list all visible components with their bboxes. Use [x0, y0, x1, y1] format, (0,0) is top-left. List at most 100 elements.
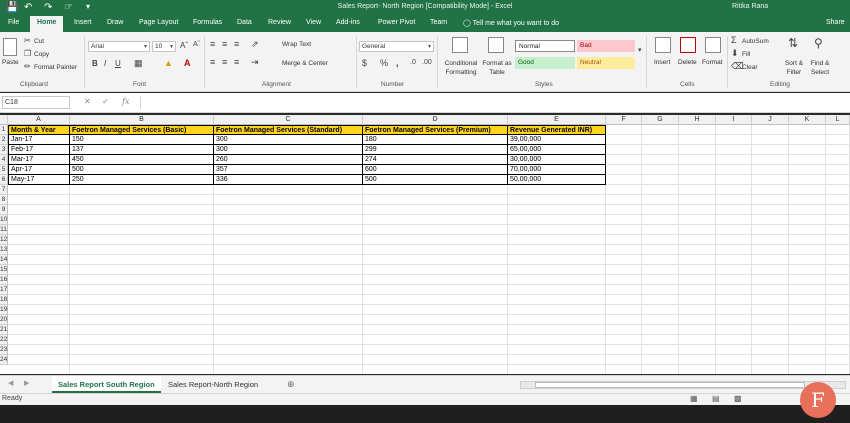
table-cell[interactable]: 450: [70, 155, 214, 165]
merge-center-button[interactable]: Merge & Center: [282, 60, 328, 67]
number-format-select[interactable]: General ▾: [359, 41, 434, 52]
autosum-button[interactable]: AutoSum: [742, 38, 769, 45]
scrollbar-thumb[interactable]: [535, 382, 805, 388]
tab-draw[interactable]: Draw: [107, 19, 123, 26]
font-name-select[interactable]: Arial ▾: [88, 41, 150, 52]
fill-color-icon[interactable]: ▲: [164, 58, 173, 68]
page-layout-view-icon[interactable]: ▤: [712, 394, 720, 403]
row-header[interactable]: 20: [0, 315, 8, 325]
indent-icon[interactable]: ⇥: [251, 57, 259, 68]
column-header[interactable]: J: [752, 115, 789, 125]
format-button[interactable]: Format: [702, 59, 723, 66]
increase-decimal-icon[interactable]: .0: [410, 59, 416, 66]
table-header-cell[interactable]: Foetron Managed Services (Standard): [214, 125, 363, 135]
row-header[interactable]: 11: [0, 225, 8, 235]
row-header[interactable]: 22: [0, 335, 8, 345]
table-cell[interactable]: 65,00,000: [508, 145, 606, 155]
row-header[interactable]: 5: [0, 165, 8, 175]
delete-button[interactable]: Delete: [678, 59, 697, 66]
table-cell[interactable]: Mar-17: [8, 155, 70, 165]
align-right-icon[interactable]: ≡: [234, 57, 239, 67]
tab-add-ins[interactable]: Add-ins: [336, 19, 360, 26]
tab-team[interactable]: Team: [430, 19, 447, 26]
column-header[interactable]: G: [642, 115, 679, 125]
borders-icon[interactable]: ▦: [134, 58, 143, 69]
table-header-cell[interactable]: Month & Year: [8, 125, 70, 135]
sheet-tab-north-region[interactable]: Sales Report-North Region: [162, 376, 264, 393]
conditional-formatting-button[interactable]: Conditional Formatting: [441, 59, 481, 77]
table-header-cell[interactable]: Revenue Generated INR): [508, 125, 606, 135]
row-header[interactable]: 7: [0, 185, 8, 195]
table-cell[interactable]: Feb-17: [8, 145, 70, 155]
clear-button[interactable]: Clear: [742, 64, 758, 71]
row-header[interactable]: 1: [0, 125, 8, 135]
table-cell[interactable]: 357: [214, 165, 363, 175]
table-cell[interactable]: 150: [70, 135, 214, 145]
table-cell[interactable]: 250: [70, 175, 214, 185]
table-cell[interactable]: 39,00,000: [508, 135, 606, 145]
column-header[interactable]: B: [70, 115, 214, 125]
decrease-font-icon[interactable]: Aˇ: [193, 41, 200, 48]
table-cell[interactable]: 336: [214, 175, 363, 185]
table-cell[interactable]: 70,00,000: [508, 165, 606, 175]
sort-filter-button[interactable]: Sort & Filter: [783, 59, 805, 77]
italic-icon[interactable]: I: [104, 59, 106, 68]
sheet-tab-south-region[interactable]: Sales Report South Region: [52, 376, 161, 393]
row-header[interactable]: 2: [0, 135, 8, 145]
tab-insert[interactable]: Insert: [74, 19, 92, 26]
row-header[interactable]: 19: [0, 305, 8, 315]
column-header[interactable]: I: [716, 115, 752, 125]
wrap-text-button[interactable]: Wrap Text: [282, 41, 311, 48]
tab-review[interactable]: Review: [268, 19, 291, 26]
styles-more-icon[interactable]: ▾: [638, 46, 642, 54]
user-name[interactable]: Ritika Rana: [732, 3, 768, 10]
column-header[interactable]: L: [826, 115, 850, 125]
format-as-table-button[interactable]: Format as Table: [480, 59, 514, 77]
decrease-decimal-icon[interactable]: .00: [422, 59, 432, 66]
table-cell[interactable]: 137: [70, 145, 214, 155]
table-cell[interactable]: 500: [70, 165, 214, 175]
row-header[interactable]: 17: [0, 285, 8, 295]
bold-icon[interactable]: B: [92, 59, 98, 68]
tab-file[interactable]: File: [8, 19, 19, 26]
row-header[interactable]: 10: [0, 215, 8, 225]
insert-button[interactable]: Insert: [654, 59, 670, 66]
align-middle-icon[interactable]: ≡: [222, 39, 227, 49]
comma-style-icon[interactable]: ,: [396, 58, 399, 68]
style-bad[interactable]: Bad: [577, 40, 635, 52]
row-header[interactable]: 12: [0, 235, 8, 245]
table-cell[interactable]: 30,00,000: [508, 155, 606, 165]
tab-formulas[interactable]: Formulas: [193, 19, 222, 26]
percent-icon[interactable]: %: [380, 58, 388, 68]
paste-button[interactable]: Paste: [2, 59, 19, 66]
tab-data[interactable]: Data: [237, 19, 252, 26]
table-cell[interactable]: 260: [214, 155, 363, 165]
table-header-cell[interactable]: Foetron Managed Services (Basic): [70, 125, 214, 135]
style-normal[interactable]: Normal: [515, 40, 575, 52]
row-header[interactable]: 4: [0, 155, 8, 165]
table-cell[interactable]: May-17: [8, 175, 70, 185]
style-neutral[interactable]: Neutral: [577, 57, 635, 69]
align-top-icon[interactable]: ≡: [210, 39, 215, 49]
table-cell[interactable]: 299: [363, 145, 508, 155]
find-select-button[interactable]: Find & Select: [807, 59, 833, 77]
cancel-icon[interactable]: ✕: [84, 97, 91, 106]
column-header[interactable]: D: [363, 115, 508, 125]
paste-icon[interactable]: [3, 38, 17, 56]
format-painter-button[interactable]: Format Painter: [34, 64, 77, 71]
table-cell[interactable]: 600: [363, 165, 508, 175]
tab-page-layout[interactable]: Page Layout: [139, 19, 178, 26]
tell-me-box[interactable]: ◯ Tell me what you want to do: [463, 19, 559, 27]
row-header[interactable]: 23: [0, 345, 8, 355]
horizontal-scrollbar[interactable]: [520, 381, 846, 389]
row-header[interactable]: 21: [0, 325, 8, 335]
tab-home[interactable]: Home: [30, 16, 64, 32]
row-header[interactable]: 9: [0, 205, 8, 215]
row-header[interactable]: 6: [0, 175, 8, 185]
row-header[interactable]: 24: [0, 355, 8, 365]
row-header[interactable]: 16: [0, 275, 8, 285]
row-header[interactable]: 13: [0, 245, 8, 255]
align-left-icon[interactable]: ≡: [210, 57, 215, 67]
column-header[interactable]: A: [8, 115, 70, 125]
table-cell[interactable]: 500: [363, 175, 508, 185]
